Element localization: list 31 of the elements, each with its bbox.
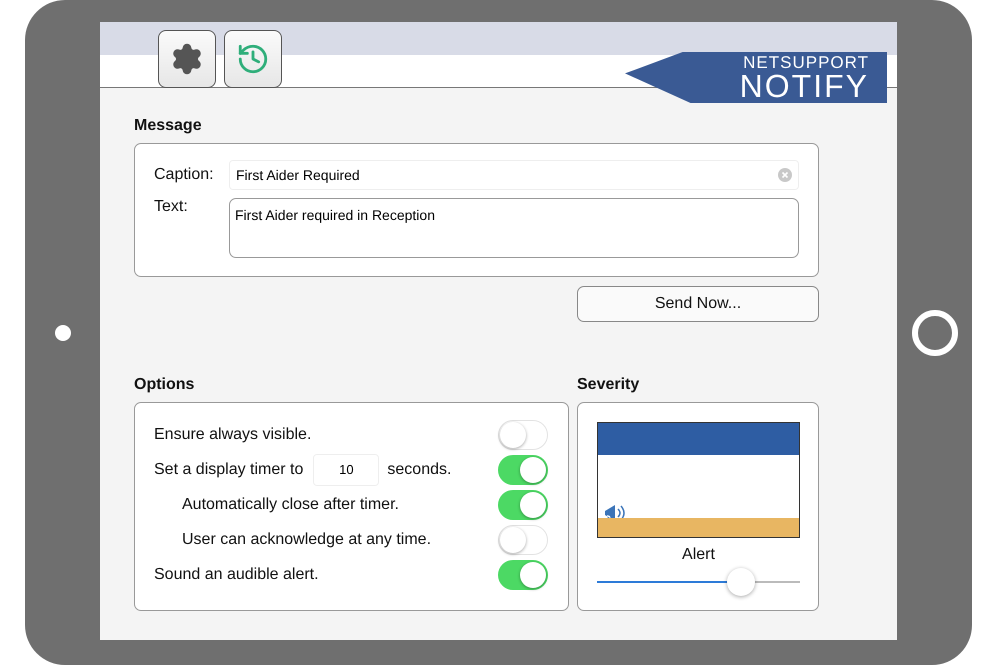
toggle-switch[interactable] [498, 454, 548, 484]
option-label: Automatically close after timer. [182, 496, 399, 514]
settings-button[interactable] [158, 30, 216, 88]
toggle-switch[interactable] [498, 560, 548, 590]
toggle-switch[interactable] [498, 524, 548, 554]
history-button[interactable] [224, 30, 282, 88]
send-now-button[interactable]: Send Now... [577, 286, 819, 322]
toggle-switch[interactable] [498, 420, 548, 450]
logo-text: NETSUPPORT [743, 54, 869, 71]
text-field[interactable]: First Aider required in Reception [229, 198, 799, 258]
caption-field[interactable]: First Aider Required [229, 160, 799, 190]
option-label: Set a display timer to [154, 460, 304, 478]
field-label: Text: [154, 198, 189, 217]
section-title: Options [134, 376, 196, 394]
option-label: Ensure always visible. [154, 426, 312, 444]
severity-label: Alert [681, 546, 716, 564]
slider-thumb[interactable] [727, 568, 756, 596]
option-label: seconds. [387, 460, 452, 478]
camera-dot [54, 324, 70, 340]
clear-icon[interactable] [778, 168, 792, 182]
logo-text: NOTIFY [740, 71, 869, 101]
option-label: Sound an audible alert. [154, 566, 319, 584]
toggle-switch[interactable] [498, 490, 548, 520]
severity-slider[interactable] [597, 568, 800, 596]
section-title: Message [134, 117, 203, 135]
history-icon [236, 42, 270, 76]
home-button[interactable] [912, 310, 958, 356]
option-label: User can acknowledge at any time. [182, 530, 432, 548]
timer-field[interactable]: 10 [313, 454, 380, 486]
section-title: Severity [577, 376, 640, 394]
field-label: Caption: [154, 166, 215, 184]
